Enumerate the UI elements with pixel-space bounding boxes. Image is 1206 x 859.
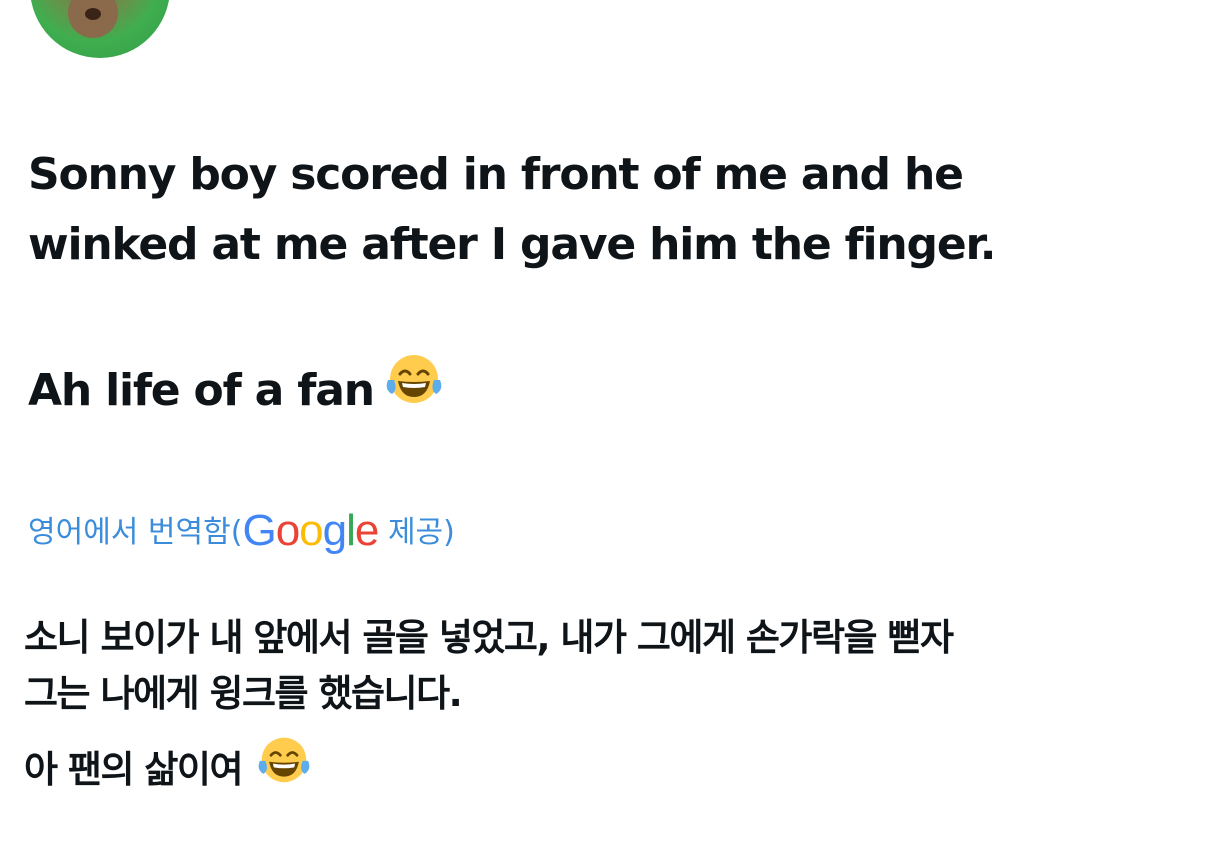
google-letter: o <box>275 506 301 555</box>
translated-line-text: 아 팬의 삶이여 <box>24 748 244 791</box>
avatar-mouth <box>85 8 101 20</box>
translated-line: 그는 나에게 윙크를 했습니다. <box>24 672 463 715</box>
translation-label-prefix: 영어에서 번역함( <box>28 515 243 550</box>
google-logo: Google <box>242 506 380 555</box>
laughing-emoji-icon <box>382 350 446 427</box>
translation-label-suffix: 제공) <box>378 515 455 550</box>
translation-source-link[interactable]: 영어에서 번역함(Google 제공) <box>28 505 455 559</box>
translated-text: 소니 보이가 내 앞에서 골을 넣었고, 내가 그에게 손가락을 뻗자 그는 나… <box>24 610 1194 801</box>
laughing-emoji-icon <box>254 733 314 801</box>
tweet-line: winked at me after I gave him the finger… <box>28 219 996 270</box>
google-letter: o <box>299 506 324 555</box>
translated-line: 아 팬의 삶이여 <box>24 737 1194 801</box>
tweet-text: Sonny boy scored in front of me and he w… <box>28 140 1178 427</box>
google-letter: l <box>346 506 356 555</box>
google-letter: g <box>322 506 348 555</box>
avatar[interactable] <box>30 0 170 58</box>
tweet-line: Ah life of a fan <box>28 354 1178 427</box>
google-letter: e <box>354 506 380 555</box>
tweet-line: Sonny boy scored in front of me and he <box>28 149 964 200</box>
tweet-line-text: Ah life of a fan <box>28 365 375 416</box>
translated-line: 소니 보이가 내 앞에서 골을 넣었고, 내가 그에게 손가락을 뻗자 <box>24 616 954 659</box>
google-letter: G <box>242 506 276 555</box>
